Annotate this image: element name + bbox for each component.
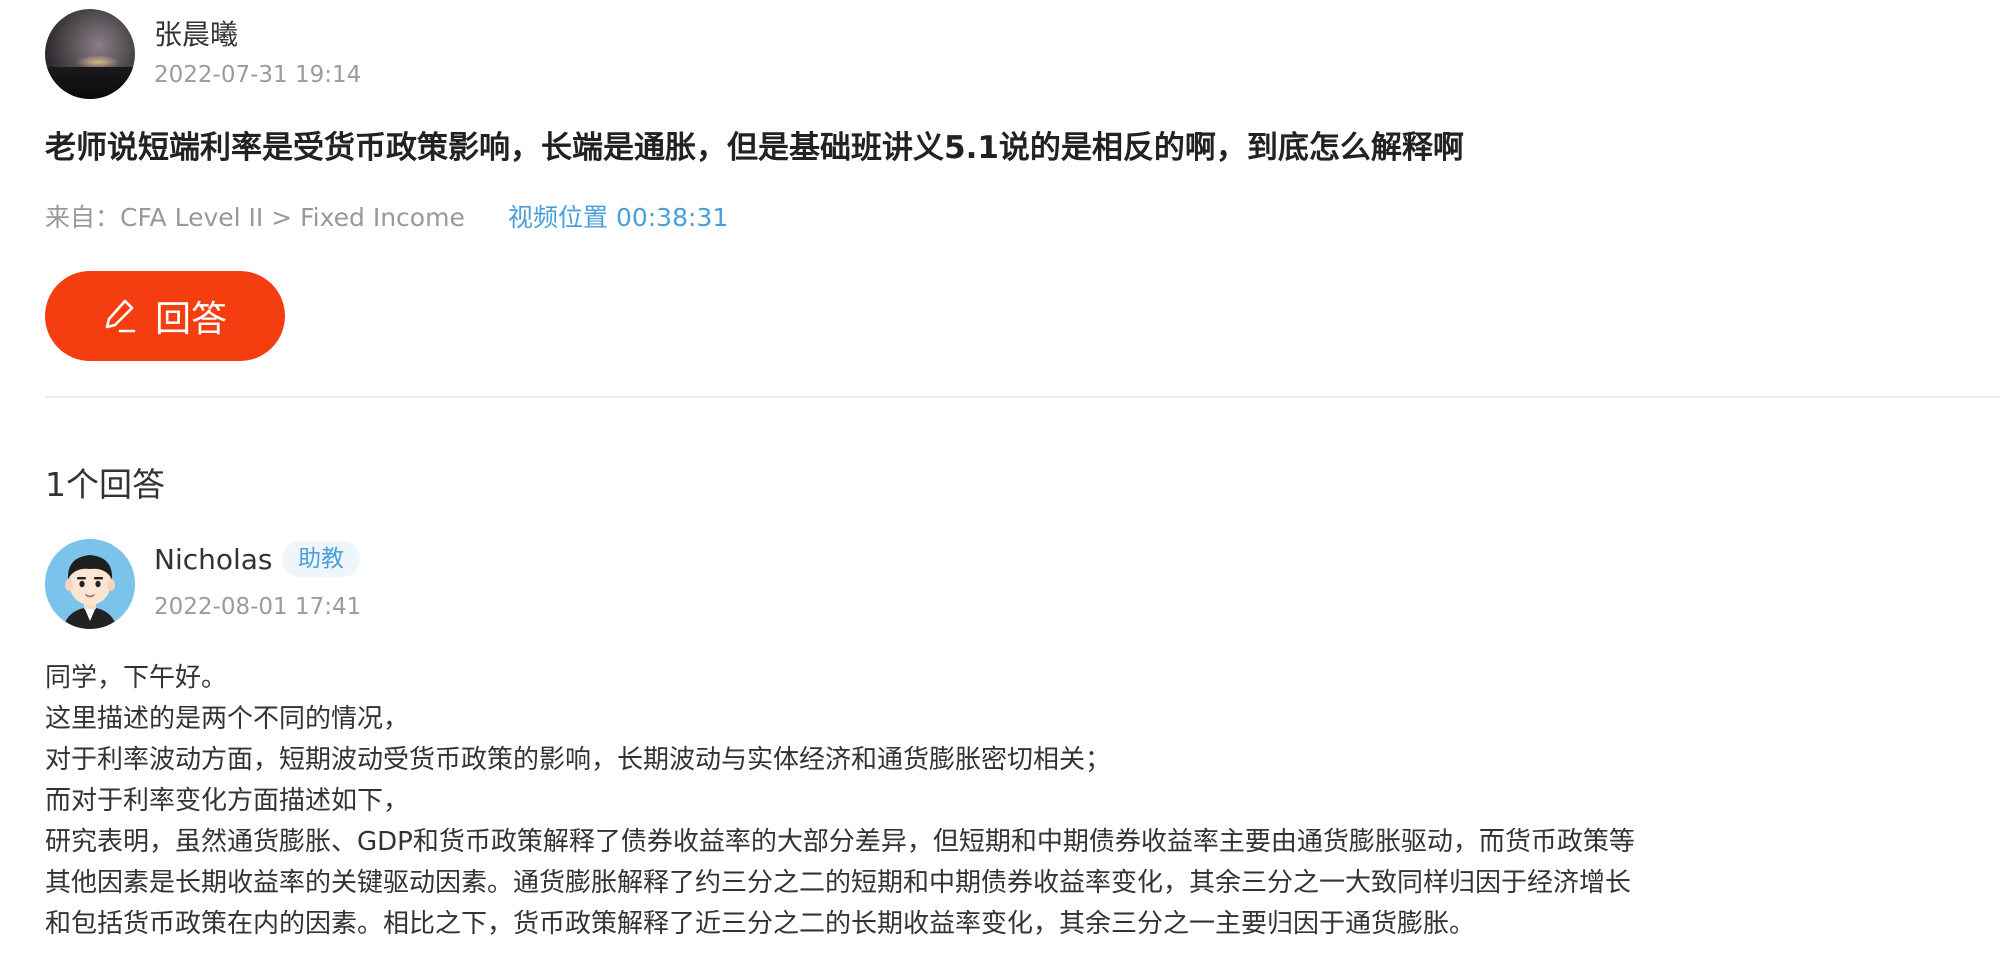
question-title: 老师说短端利率是受货币政策影响，长端是通胀，但是基础班讲义5.1说的是相反的啊，… (45, 130, 1464, 166)
question-author-avatar[interactable] (45, 9, 135, 99)
avatar-photo-horizon (45, 67, 135, 99)
qa-page: 张晨曦 2022-07-31 19:14 老师说短端利率是受货币政策影响，长端是… (0, 0, 2000, 956)
answer-line: 和包括货币政策在内的因素。相比之下，货币政策解释了近三分之二的长期收益率变化，其… (45, 909, 1476, 939)
question-timestamp: 2022-07-31 19:14 (154, 62, 362, 88)
answer-line: 而对于利率变化方面描述如下， (45, 786, 410, 816)
question-author-name[interactable]: 张晨曦 (154, 13, 238, 53)
answer-timestamp: 2022-08-01 17:41 (154, 594, 362, 620)
answer-button[interactable]: 回答 (45, 271, 285, 361)
answer-author-avatar[interactable] (45, 539, 135, 629)
answer-line: 研究表明，虽然通货膨胀、GDP和货币政策解释了债券收益率的大部分差异，但短期和中… (45, 827, 1635, 857)
answer-count-heading: 1个回答 (45, 465, 165, 504)
answer-line: 同学，下午好。 (45, 663, 228, 693)
answer-line: 这里描述的是两个不同的情况， (45, 704, 410, 734)
cartoon-avatar-icon (45, 539, 135, 629)
answer-author-name[interactable]: Nicholas (154, 543, 273, 576)
pencil-icon (105, 299, 136, 333)
answer-line: 对于利率波动方面，短期波动受货币政策的影响，长期波动与实体经济和通货膨胀密切相关… (45, 745, 1112, 775)
video-position-link[interactable]: 视频位置 00:38:31 (508, 198, 728, 234)
question-source[interactable]: 来自：CFA Level II > Fixed Income (45, 198, 465, 234)
section-divider (45, 396, 2000, 398)
answer-body: 同学，下午好。 这里描述的是两个不同的情况， 对于利率波动方面，短期波动受货币政… (45, 658, 1945, 945)
answer-button-label: 回答 (154, 299, 227, 340)
assistant-badge: 助教 (282, 541, 360, 577)
answer-line: 其他因素是长期收益率的关键驱动因素。通货膨胀解释了约三分之二的短期和中期债券收益… (45, 868, 1632, 898)
